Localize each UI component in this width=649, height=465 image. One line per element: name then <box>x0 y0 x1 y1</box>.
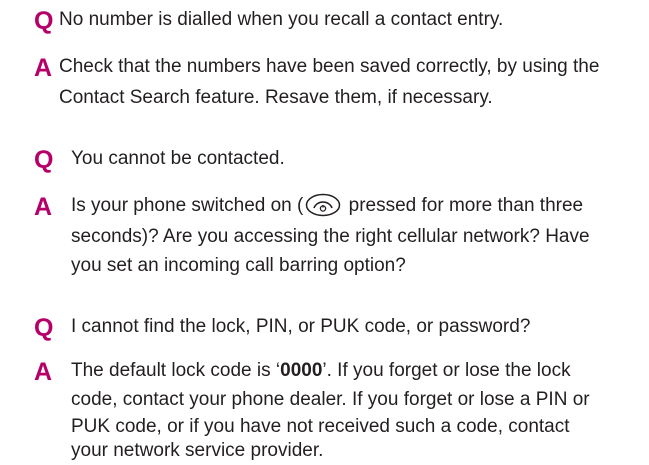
answer-marker: A <box>34 358 53 386</box>
question-text: You cannot be contacted. <box>71 148 285 169</box>
question-marker: Q <box>34 314 54 342</box>
answer-line: code, contact your phone dealer. If you … <box>71 389 590 410</box>
answer-line: Is your phone switched on ( pressed for … <box>71 192 583 226</box>
answer-line: Check that the numbers have been saved c… <box>59 56 600 77</box>
answer-line: your network service provider. <box>71 440 324 461</box>
question-text: I cannot find the lock, PIN, or PUK code… <box>71 316 531 337</box>
answer-text-before-icon: Is your phone switched on ( <box>71 195 304 216</box>
answer-line: seconds)? Are you accessing the right ce… <box>71 226 590 247</box>
question-marker: Q <box>34 146 54 174</box>
default-lock-code: 0000 <box>280 360 323 381</box>
answer-marker: A <box>34 54 53 82</box>
question-marker: Q <box>34 7 54 35</box>
answer-line: Contact Search feature. Resave them, if … <box>59 87 493 108</box>
answer-text-before-code: The default lock code is ‘ <box>71 360 281 381</box>
answer-line: The default lock code is ‘0000’. If you … <box>71 357 571 385</box>
answer-line: you set an incoming call barring option? <box>71 255 406 276</box>
answer-text-after-icon: pressed for more than three <box>348 195 584 216</box>
end-call-power-key-icon <box>305 193 341 226</box>
answer-marker: A <box>34 193 53 221</box>
answer-text-after-code: ’. If you forget or lose the lock <box>322 360 571 381</box>
question-text: No number is dialled when you recall a c… <box>59 9 504 30</box>
